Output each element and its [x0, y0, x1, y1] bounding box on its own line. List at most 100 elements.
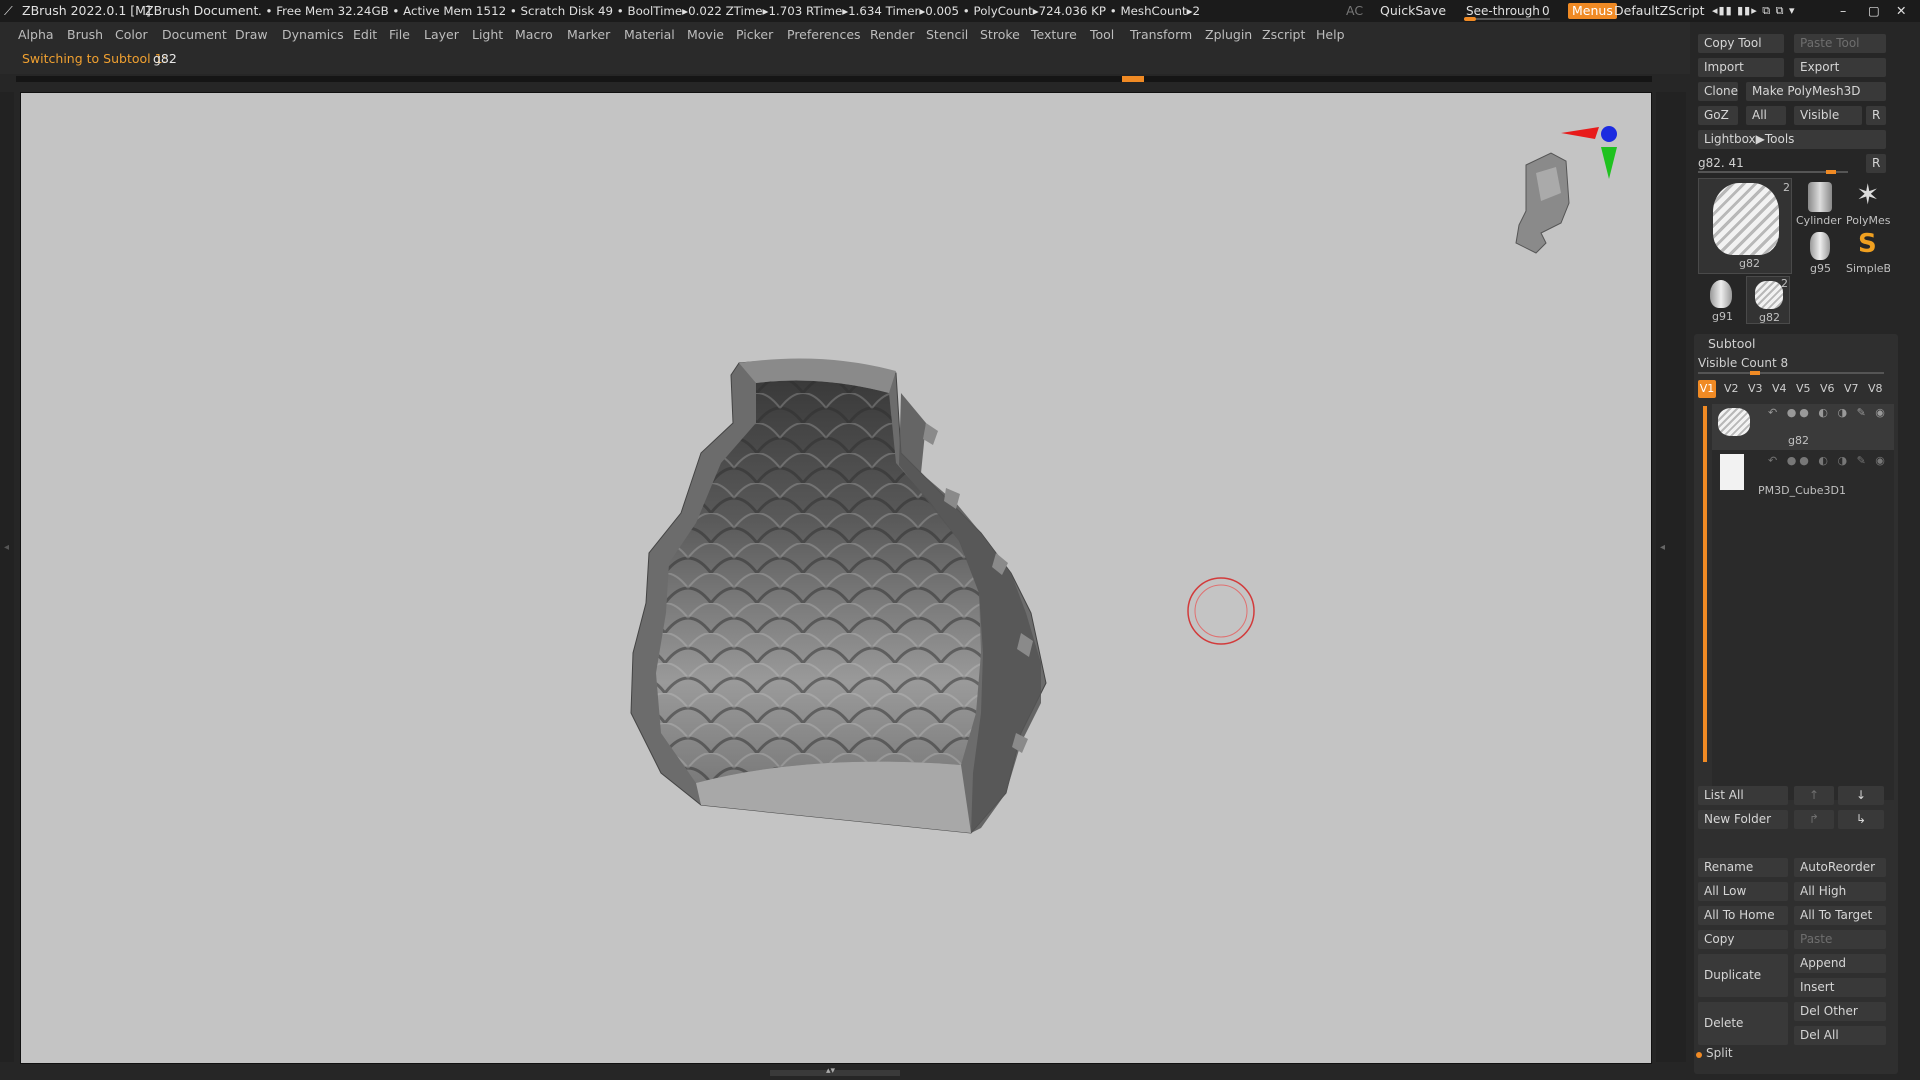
tool-thumb-g91[interactable]: g91 [1698, 276, 1742, 324]
subtool-list-scrollbar[interactable] [1703, 406, 1707, 762]
quicksave-button[interactable]: QuickSave [1380, 0, 1446, 22]
subtool-item-pm3d-cube[interactable]: ↶ ●● ◐ ◑ ✎ ◉ PM3D_Cube3D1 [1712, 452, 1894, 498]
menu-zscript[interactable]: Zscript [1262, 22, 1305, 48]
tab-v3[interactable]: V3 [1748, 382, 1763, 395]
menu-material[interactable]: Material [624, 22, 675, 48]
menu-picker[interactable]: Picker [736, 22, 773, 48]
goz-visible-button[interactable]: Visible [1794, 106, 1862, 125]
subtool-thumbnail [1718, 408, 1750, 436]
menu-draw[interactable]: Draw [235, 22, 268, 48]
menu-help[interactable]: Help [1316, 22, 1345, 48]
export-button[interactable]: Export [1794, 58, 1886, 77]
navigation-head-icon[interactable] [1515, 152, 1570, 254]
goz-all-button[interactable]: All [1746, 106, 1786, 125]
tool-thumb-g95[interactable]: g95 [1796, 228, 1842, 276]
tab-v5[interactable]: V5 [1796, 382, 1811, 395]
tab-v4[interactable]: V4 [1772, 382, 1787, 395]
menu-marker[interactable]: Marker [567, 22, 610, 48]
subtool-item-g82[interactable]: ↶ ●● ◐ ◑ ✎ ◉ g82 [1712, 404, 1894, 450]
import-button[interactable]: Import [1698, 58, 1784, 77]
autoreorder-button[interactable]: AutoReorder [1794, 858, 1886, 877]
menu-layer[interactable]: Layer [424, 22, 459, 48]
bottom-tray-arrows-icon[interactable]: ▴▾ [826, 1066, 835, 1076]
subtool-title[interactable]: Subtool [1708, 336, 1755, 351]
left-tray-gutter[interactable]: ◂ [0, 92, 14, 1062]
menu-texture[interactable]: Texture [1031, 22, 1077, 48]
new-folder-button[interactable]: New Folder [1698, 810, 1788, 829]
all-to-home-button[interactable]: All To Home [1698, 906, 1788, 925]
menu-brush[interactable]: Brush [67, 22, 103, 48]
tool-thumb-g82-main[interactable]: g82 2 [1698, 178, 1792, 274]
del-all-button[interactable]: Del All [1794, 1026, 1886, 1045]
menu-color[interactable]: Color [115, 22, 148, 48]
delete-button[interactable]: Delete [1698, 1002, 1788, 1045]
expand-left-icon[interactable]: ◂ [4, 542, 9, 553]
copy-tool-button[interactable]: Copy Tool [1698, 34, 1784, 53]
rename-button[interactable]: Rename [1698, 858, 1788, 877]
menu-stroke[interactable]: Stroke [980, 22, 1020, 48]
all-low-button[interactable]: All Low [1698, 882, 1788, 901]
subtool-controls-icon[interactable]: ↶ ●● ◐ ◑ ✎ ◉ [1768, 454, 1888, 467]
menu-dynamics[interactable]: Dynamics [282, 22, 344, 48]
minimize-icon[interactable]: – [1840, 0, 1846, 22]
list-all-button[interactable]: List All [1698, 786, 1788, 805]
menu-alpha[interactable]: Alpha [18, 22, 54, 48]
copy-button[interactable]: Copy [1698, 930, 1788, 949]
canvas-viewport[interactable] [20, 92, 1652, 1064]
clone-button[interactable]: Clone [1698, 82, 1738, 101]
all-to-target-button[interactable]: All To Target [1794, 906, 1886, 925]
tab-v2[interactable]: V2 [1724, 382, 1739, 395]
menu-render[interactable]: Render [870, 22, 915, 48]
paste-tool-button[interactable]: Paste Tool [1794, 34, 1886, 53]
tab-v8[interactable]: V8 [1868, 382, 1883, 395]
folder-redirect-icon[interactable]: ↱ [1794, 810, 1834, 829]
menu-tool[interactable]: Tool [1090, 22, 1114, 48]
all-high-button[interactable]: All High [1794, 882, 1886, 901]
menu-zplugin[interactable]: Zplugin [1205, 22, 1252, 48]
visible-count-slider[interactable]: Visible Count 8 [1698, 356, 1894, 375]
maximize-icon[interactable]: ▢ [1868, 0, 1880, 22]
tool-r-button[interactable]: R [1866, 154, 1886, 173]
menu-edit[interactable]: Edit [353, 22, 377, 48]
del-other-button[interactable]: Del Other [1794, 1002, 1886, 1021]
menu-file[interactable]: File [389, 22, 410, 48]
right-tray-gutter[interactable]: ◂ [1656, 92, 1686, 1062]
expand-right-icon[interactable]: ◂ [1660, 542, 1665, 553]
subtool-controls-icon[interactable]: ↶ ●● ◐ ◑ ✎ ◉ [1768, 406, 1888, 419]
folder-enter-icon[interactable]: ↳ [1838, 810, 1884, 829]
default-zscript-button[interactable]: DefaultZScript [1614, 0, 1705, 22]
tab-v7[interactable]: V7 [1844, 382, 1859, 395]
paste-button[interactable]: Paste [1794, 930, 1886, 949]
menu-movie[interactable]: Movie [687, 22, 724, 48]
menu-macro[interactable]: Macro [515, 22, 553, 48]
menu-light[interactable]: Light [472, 22, 503, 48]
close-icon[interactable]: ✕ [1896, 0, 1906, 22]
menu-transform[interactable]: Transform [1130, 22, 1192, 48]
axis-gizmo-icon[interactable] [1561, 126, 1617, 179]
tool-thumb-polymesh[interactable]: ✶ PolyMes [1846, 178, 1890, 228]
current-tool-slider[interactable]: g82. 41 [1698, 154, 1860, 174]
tab-v6[interactable]: V6 [1820, 382, 1835, 395]
insert-button[interactable]: Insert [1794, 978, 1886, 997]
tool-thumb-cylinder[interactable]: Cylinder [1796, 178, 1842, 228]
split-section-title[interactable]: Split [1706, 1046, 1733, 1060]
tool-thumb-g82[interactable]: g82 2 [1746, 276, 1790, 324]
menu-document[interactable]: Document [162, 22, 227, 48]
tool-thumb-simpleb[interactable]: S SimpleB [1846, 228, 1890, 276]
move-down-icon[interactable]: ↓ [1838, 786, 1884, 805]
goz-r-button[interactable]: R [1866, 106, 1886, 125]
move-up-icon[interactable]: ↑ [1794, 786, 1834, 805]
menu-preferences[interactable]: Preferences [787, 22, 861, 48]
tab-v1[interactable]: V1 [1698, 380, 1716, 398]
lightbox-tools-button[interactable]: Lightbox▶Tools [1698, 130, 1886, 149]
see-through-slider[interactable]: See-through 0 [1460, 2, 1556, 21]
make-polymesh-button[interactable]: Make PolyMesh3D [1746, 82, 1886, 101]
duplicate-button[interactable]: Duplicate [1698, 954, 1788, 997]
subtool-item-label: PM3D_Cube3D1 [1758, 484, 1846, 497]
right-panel: Copy Tool Paste Tool Import Export Clone… [1690, 22, 1920, 1080]
append-button[interactable]: Append [1794, 954, 1886, 973]
goz-button[interactable]: GoZ [1698, 106, 1738, 125]
menu-stencil[interactable]: Stencil [926, 22, 968, 48]
layout-icons[interactable]: ◂▮▮ ▮▮▸ ⧉ ⧉ ▾ [1712, 0, 1795, 22]
menus-toggle[interactable]: Menus [1568, 3, 1617, 19]
